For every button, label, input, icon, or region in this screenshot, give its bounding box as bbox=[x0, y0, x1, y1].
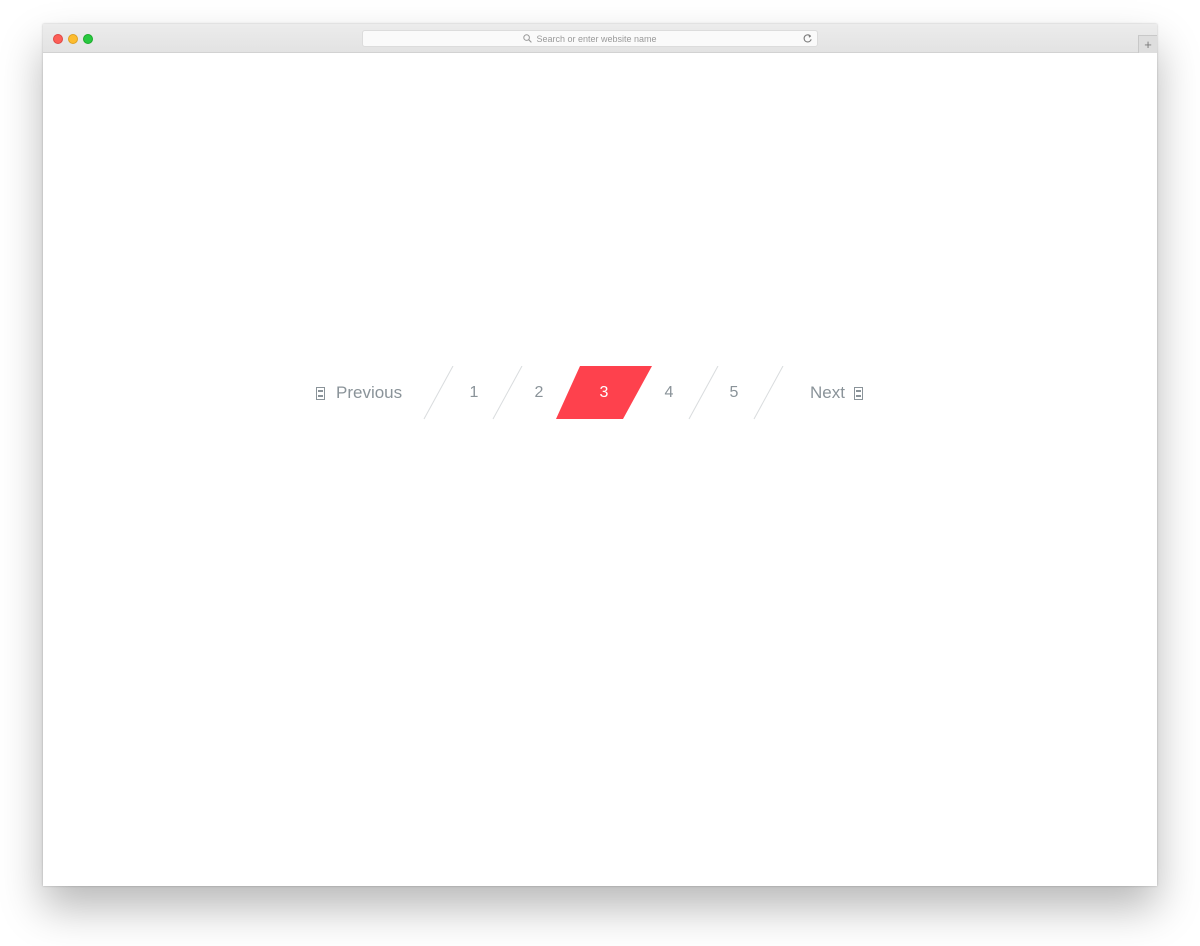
page-divider bbox=[753, 366, 784, 420]
next-label: Next bbox=[810, 383, 845, 402]
browser-window: Search or enter website name + Previous … bbox=[43, 24, 1157, 886]
minimize-window-button[interactable] bbox=[68, 34, 78, 44]
page-1-button[interactable]: 1 bbox=[454, 381, 494, 405]
page-5-button[interactable]: 5 bbox=[714, 381, 754, 405]
next-page-button[interactable]: Next bbox=[810, 381, 863, 405]
address-placeholder: Search or enter website name bbox=[536, 33, 657, 44]
reload-icon[interactable] bbox=[802, 33, 813, 44]
pagination: Previous 1 2 3 4 5 Next bbox=[43, 366, 1157, 420]
address-bar[interactable]: Search or enter website name bbox=[362, 30, 818, 47]
zoom-window-button[interactable] bbox=[83, 34, 93, 44]
page-divider bbox=[492, 366, 523, 420]
previous-label: Previous bbox=[336, 383, 403, 402]
page-4-button[interactable]: 4 bbox=[649, 381, 689, 405]
page-divider bbox=[423, 366, 454, 420]
page-2-button[interactable]: 2 bbox=[519, 381, 559, 405]
previous-page-button[interactable]: Previous bbox=[316, 381, 402, 405]
previous-icon bbox=[316, 386, 325, 400]
page-content: Previous 1 2 3 4 5 Next bbox=[43, 53, 1157, 886]
title-bar: Search or enter website name + bbox=[43, 24, 1157, 53]
page-3-button-active[interactable]: 3 bbox=[584, 381, 624, 405]
next-icon bbox=[853, 386, 863, 400]
new-tab-button[interactable]: + bbox=[1138, 35, 1157, 53]
search-icon bbox=[523, 34, 533, 43]
close-window-button[interactable] bbox=[53, 34, 63, 44]
